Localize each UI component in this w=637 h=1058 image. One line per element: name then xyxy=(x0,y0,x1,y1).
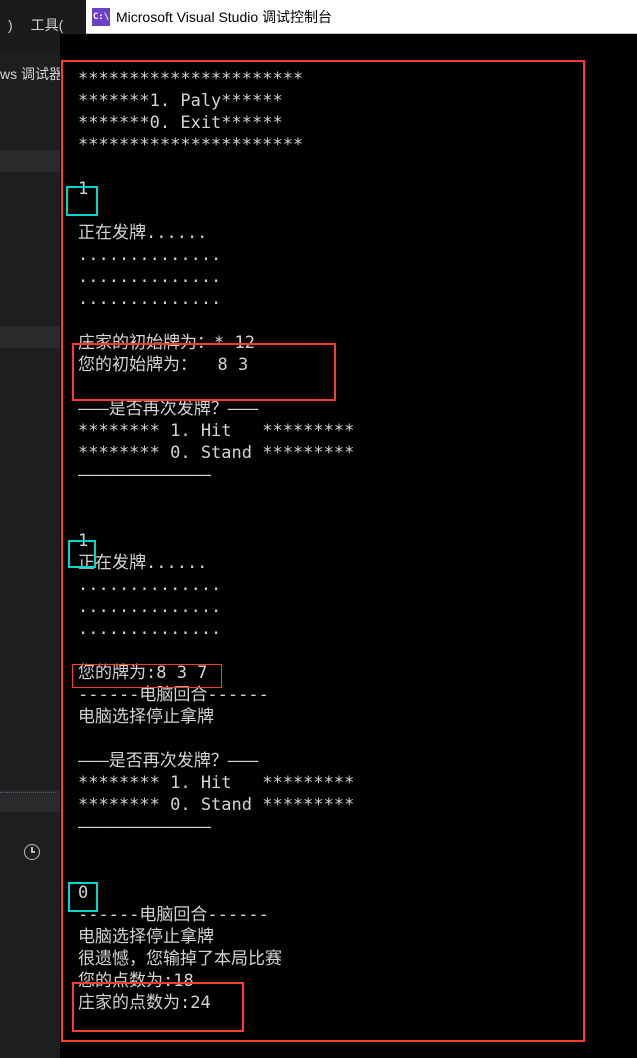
console-line: ********************** xyxy=(78,68,637,90)
menu-tools[interactable]: 工具( xyxy=(31,15,64,35)
console-line: ------电脑回合------ xyxy=(78,684,637,706)
console-line: 0 xyxy=(78,882,637,904)
console-line xyxy=(78,640,637,662)
console-line: ******** 0. Stand ********* xyxy=(78,794,637,816)
gutter-marker xyxy=(0,150,60,172)
console-line: 正在发牌...... xyxy=(78,552,637,574)
console-line: 您的牌为:8 3 7 xyxy=(78,662,637,684)
console-line xyxy=(78,376,637,398)
console-line xyxy=(78,156,637,178)
console-line: ******** 0. Stand ********* xyxy=(78,442,637,464)
clock-icon xyxy=(24,844,40,860)
console-line xyxy=(78,486,637,508)
console-app-icon: C:\ xyxy=(92,8,110,26)
console-line xyxy=(78,200,637,222)
console-titlebar: C:\ Microsoft Visual Studio 调试控制台 xyxy=(86,0,637,34)
console-line: ————————————— xyxy=(78,816,637,838)
console-line xyxy=(78,838,637,860)
console-line xyxy=(78,728,637,750)
console-line: 电脑选择停止拿牌 xyxy=(78,706,637,728)
console-line: 很遗憾，您输掉了本局比赛 xyxy=(78,948,637,970)
console-line xyxy=(78,860,637,882)
console-line: .............. xyxy=(78,244,637,266)
console-line: 您的初始牌为： 8 3 xyxy=(78,354,637,376)
console-line: .............. xyxy=(78,618,637,640)
console-line: .............. xyxy=(78,574,637,596)
console-line: 1 xyxy=(78,178,637,200)
console-line: ******** 1. Hit ********* xyxy=(78,420,637,442)
console-line: ———是否再次发牌？——— xyxy=(78,398,637,420)
console-line: 庄家的点数为:24 xyxy=(78,992,637,1014)
console-line: 庄家的初始牌为：* 12 xyxy=(78,332,637,354)
console-line: ———是否再次发牌？——— xyxy=(78,750,637,772)
vs-left-gutter xyxy=(0,50,60,1058)
console-line: ******** 1. Hit ********* xyxy=(78,772,637,794)
console-line: 您的点数为:18 xyxy=(78,970,637,992)
console-line: .............. xyxy=(78,266,637,288)
console-line xyxy=(78,508,637,530)
console-line: .............. xyxy=(78,288,637,310)
console-line xyxy=(78,310,637,332)
console-title: Microsoft Visual Studio 调试控制台 xyxy=(116,7,332,27)
console-line: .............. xyxy=(78,596,637,618)
gutter-marker xyxy=(0,326,60,348)
console-line: 电脑选择停止拿牌 xyxy=(78,926,637,948)
console-line: ********************** xyxy=(78,134,637,156)
console-output[interactable]: *****************************1. Paly****… xyxy=(60,34,637,1058)
console-line: ------电脑回合------ xyxy=(78,904,637,926)
console-line: 1 xyxy=(78,530,637,552)
menu-paren: ) xyxy=(8,17,13,33)
console-line: 正在发牌...... xyxy=(78,222,637,244)
console-line: *******1. Paly****** xyxy=(78,90,637,112)
console-line: ————————————— xyxy=(78,464,637,486)
debugger-label: ws 调试器 xyxy=(0,64,63,84)
console-line: *******0. Exit****** xyxy=(78,112,637,134)
gutter-dotted-line xyxy=(0,792,56,794)
